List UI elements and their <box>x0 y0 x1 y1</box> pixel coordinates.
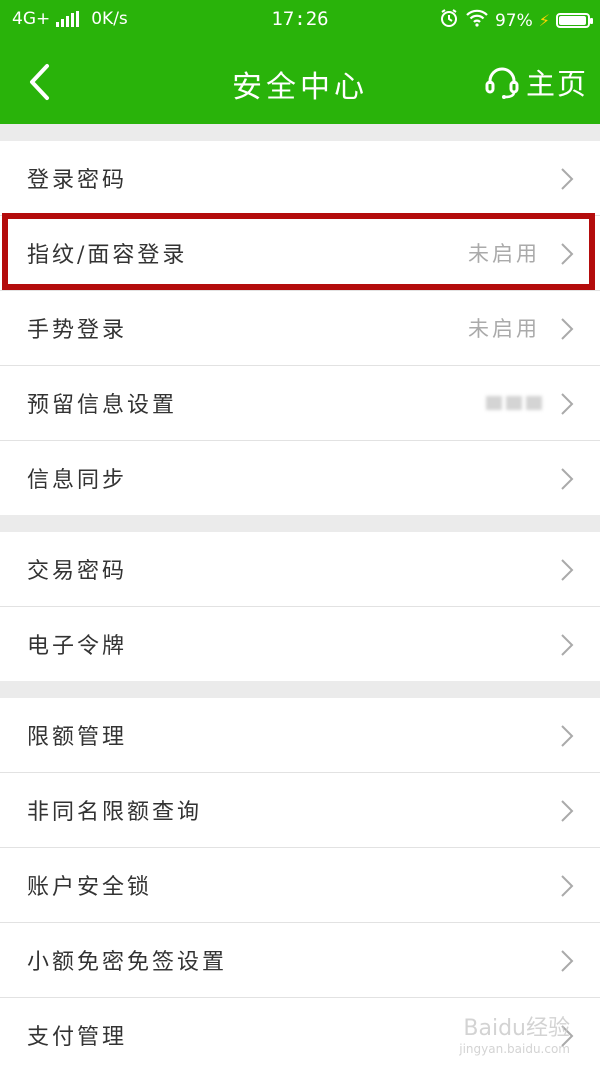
blurred-value <box>486 396 542 410</box>
row-label: 登录密码 <box>27 168 128 193</box>
nav-bar: 安全中心 主页 <box>0 40 600 124</box>
row-label: 预留信息设置 <box>27 393 178 418</box>
row-value: 未启用 <box>468 242 540 266</box>
status-bar: 4G+ 0K/s 17:26 97% ⚡ <box>0 0 600 40</box>
row-label: 手势登录 <box>27 318 128 343</box>
row-info-sync[interactable]: 信息同步 <box>0 441 600 515</box>
chevron-right-icon <box>561 243 574 265</box>
row-label: 支付管理 <box>27 1025 128 1050</box>
row-account-lock[interactable]: 账户安全锁 <box>0 848 600 923</box>
alarm-icon <box>439 8 459 33</box>
section-login: 登录密码 指纹/面容登录 未启用 手势登录 未启用 预留信息设置 信息同步 <box>0 141 600 515</box>
row-label: 信息同步 <box>27 468 128 493</box>
chevron-right-icon <box>561 875 574 897</box>
chevron-right-icon <box>561 800 574 822</box>
wifi-icon <box>465 9 489 32</box>
battery-icon <box>556 13 593 28</box>
row-label: 电子令牌 <box>27 634 128 659</box>
row-limit-management[interactable]: 限额管理 <box>0 698 600 773</box>
chevron-right-icon <box>561 168 574 190</box>
row-transaction-password[interactable]: 交易密码 <box>0 532 600 607</box>
chevron-right-icon <box>561 559 574 581</box>
watermark-text: Baidu经验 <box>463 1016 570 1041</box>
chevron-right-icon <box>561 393 574 415</box>
watermark: Baidu经验 jingyan.baidu.com <box>459 1010 570 1056</box>
row-non-same-name-limit[interactable]: 非同名限额查询 <box>0 773 600 848</box>
row-label: 指纹/面容登录 <box>27 243 188 268</box>
chevron-right-icon <box>561 725 574 747</box>
chevron-right-icon <box>561 468 574 490</box>
watermark-sub: jingyan.baidu.com <box>459 1042 570 1056</box>
battery-percent: 97% <box>494 10 533 31</box>
row-value: 未启用 <box>468 317 540 341</box>
row-label: 账户安全锁 <box>27 875 153 900</box>
charging-icon: ⚡ <box>538 11 550 30</box>
chevron-right-icon <box>561 950 574 972</box>
headset-icon <box>485 67 519 99</box>
home-label: 主页 <box>525 67 588 101</box>
app-header: 4G+ 0K/s 17:26 97% ⚡ 安全中心 主页 <box>0 0 600 124</box>
home-button[interactable]: 主页 <box>484 54 588 110</box>
row-label: 交易密码 <box>27 559 128 584</box>
row-label: 非同名限额查询 <box>27 800 203 825</box>
row-small-amount-free[interactable]: 小额免密免签设置 <box>0 923 600 998</box>
row-gesture-login[interactable]: 手势登录 未启用 <box>0 291 600 366</box>
row-label: 小额免密免签设置 <box>27 950 228 975</box>
status-right: 97% ⚡ <box>439 8 593 33</box>
row-reserved-info[interactable]: 预留信息设置 <box>0 366 600 441</box>
section-transaction: 交易密码 电子令牌 <box>0 532 600 681</box>
chevron-right-icon <box>561 634 574 656</box>
row-login-password[interactable]: 登录密码 <box>0 141 600 216</box>
chevron-right-icon <box>561 318 574 340</box>
row-biometric-login[interactable]: 指纹/面容登录 未启用 <box>0 216 600 291</box>
row-label: 限额管理 <box>27 725 128 750</box>
row-e-token[interactable]: 电子令牌 <box>0 607 600 681</box>
